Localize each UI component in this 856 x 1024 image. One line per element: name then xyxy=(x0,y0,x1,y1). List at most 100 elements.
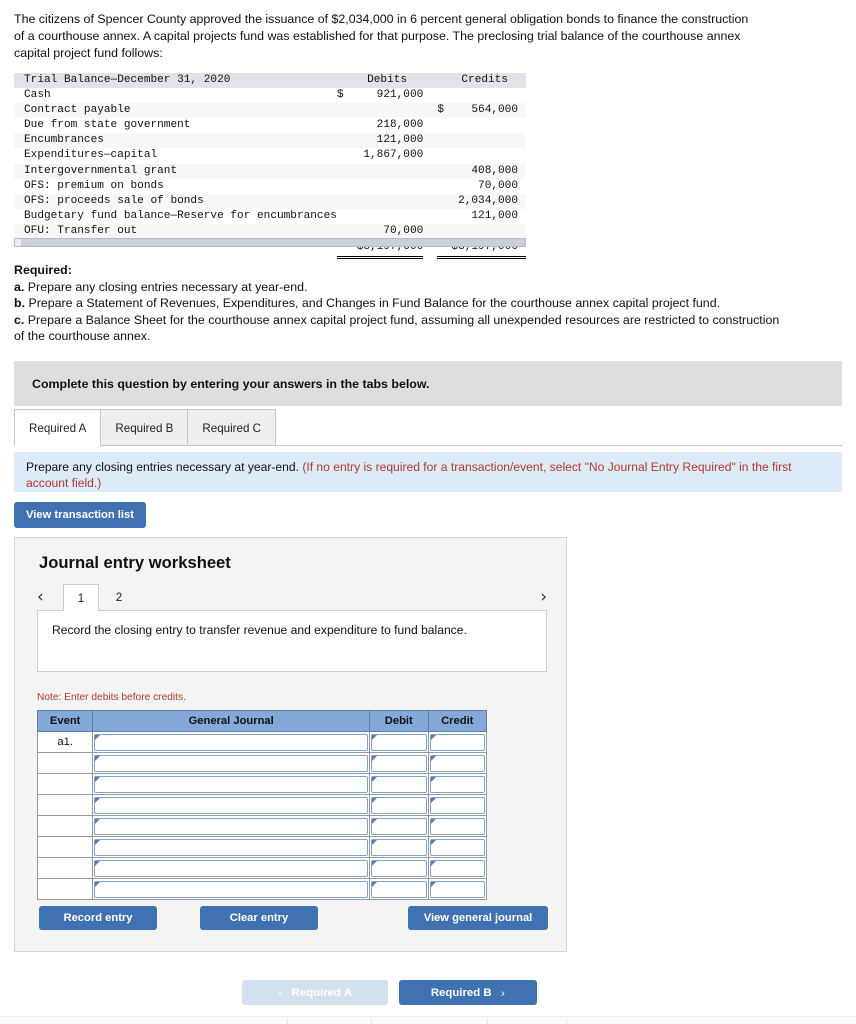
journal-event-cell xyxy=(36,773,94,795)
journal-account-select-cell xyxy=(92,752,371,774)
page-footer-cutoff xyxy=(0,1016,856,1024)
chevron-left-icon[interactable]: ‹ xyxy=(37,587,44,607)
journal-debit-input[interactable] xyxy=(371,754,427,772)
tab-required-a[interactable]: Required A xyxy=(14,409,102,446)
journal-account-select-cell xyxy=(92,794,371,816)
journal-account-select[interactable] xyxy=(94,733,369,751)
journal-debit-input-cell xyxy=(369,857,429,879)
journal-credit-input-cell xyxy=(427,752,487,774)
complete-question-banner: Complete this question by entering your … xyxy=(14,361,842,406)
trial-balance-header-row: Trial Balance—December 31, 2020 Debits C… xyxy=(14,73,526,89)
worksheet-page-tab-2[interactable]: 2 xyxy=(101,584,137,611)
tb-debit-symbol xyxy=(336,103,351,119)
journal-account-select-cell xyxy=(92,815,371,837)
journal-account-select[interactable] xyxy=(94,817,369,835)
journal-debit-input[interactable] xyxy=(371,796,427,814)
tb-gap xyxy=(423,103,438,119)
tab-required-b[interactable]: Required B xyxy=(100,409,189,446)
instruction-black-text: Prepare any closing entries necessary at… xyxy=(26,460,299,474)
tb-account-label: OFS: proceeds sale of bonds xyxy=(14,193,337,209)
required-block: Required: a. Prepare any closing entries… xyxy=(14,262,784,345)
journal-credit-input[interactable] xyxy=(429,880,485,898)
journal-account-select[interactable] xyxy=(94,859,369,877)
journal-entry-row xyxy=(36,857,487,879)
journal-account-select[interactable] xyxy=(94,754,369,772)
view-transaction-list-button[interactable]: View transaction list xyxy=(14,502,146,528)
journal-credit-input[interactable] xyxy=(429,733,485,751)
tab-required-c[interactable]: Required C xyxy=(187,409,277,446)
trial-balance-horizontal-scrollbar[interactable] xyxy=(14,238,526,247)
journal-debit-input[interactable] xyxy=(371,859,427,877)
nav-next-required-b-button[interactable]: Required B › xyxy=(399,980,537,1005)
journal-debit-input[interactable] xyxy=(371,817,427,835)
journal-credit-input[interactable] xyxy=(429,859,485,877)
journal-debit-input[interactable] xyxy=(371,838,427,856)
journal-debit-input-cell xyxy=(369,752,429,774)
tb-gap xyxy=(423,178,438,194)
record-entry-button[interactable]: Record entry xyxy=(39,906,157,930)
journal-credit-input[interactable] xyxy=(429,775,485,793)
journal-account-select[interactable] xyxy=(94,796,369,814)
view-general-journal-button[interactable]: View general journal xyxy=(408,906,548,930)
tb-credit-value xyxy=(451,118,526,134)
trial-balance-row: Intergovernmental grant 408,000 xyxy=(14,163,526,179)
journal-event-cell xyxy=(36,857,94,879)
worksheet-title: Journal entry worksheet xyxy=(39,553,231,572)
tb-account-label: Contract payable xyxy=(14,103,337,119)
trial-balance-row: Due from state government 218,000 xyxy=(14,118,526,134)
journal-credit-input[interactable] xyxy=(429,754,485,772)
trial-balance-row: Contract payable $564,000 xyxy=(14,103,526,119)
worksheet-page-tab-1[interactable]: 1 xyxy=(63,584,99,611)
journal-account-select-cell xyxy=(92,773,371,795)
chevron-right-icon: › xyxy=(500,985,506,1000)
tb-credit-value xyxy=(451,88,526,104)
journal-event-cell xyxy=(36,836,94,858)
tb-debit-value: 121,000 xyxy=(350,133,424,149)
tb-account-label: Cash xyxy=(14,88,337,104)
journal-entry-row xyxy=(36,815,487,837)
journal-credit-input[interactable] xyxy=(429,838,485,856)
credits-column-header: Credits xyxy=(451,73,526,89)
required-item-c: c. Prepare a Balance Sheet for the court… xyxy=(14,312,780,344)
nav-next-label: Required B xyxy=(430,986,492,999)
nav-previous-required-a-button[interactable]: ‹ Required A xyxy=(242,980,388,1005)
debits-column-header: Debits xyxy=(350,73,424,89)
tb-gap xyxy=(423,88,438,104)
journal-account-select[interactable] xyxy=(94,838,369,856)
journal-account-select-cell xyxy=(92,857,371,879)
tb-credit-value: 2,034,000 xyxy=(451,193,526,209)
journal-account-select[interactable] xyxy=(94,880,369,898)
tb-credit-symbol xyxy=(437,163,452,179)
journal-account-select[interactable] xyxy=(94,775,369,793)
column-gap xyxy=(423,73,438,89)
footer-divider xyxy=(287,1019,288,1024)
tb-debit-symbol xyxy=(336,208,351,224)
journal-debit-input[interactable] xyxy=(371,880,427,898)
journal-table-head: Event General Journal Debit Credit xyxy=(36,710,487,732)
tb-debit-value xyxy=(350,163,424,179)
tb-debit-value: 1,867,000 xyxy=(350,148,424,164)
journal-event-cell: a1. xyxy=(36,731,94,753)
tb-account-label: Expenditures—capital xyxy=(14,148,337,164)
tb-credit-symbol xyxy=(437,178,452,194)
scrollbar-thumb[interactable] xyxy=(15,239,21,246)
tabs-underline xyxy=(14,445,842,446)
journal-credit-input[interactable] xyxy=(429,817,485,835)
worksheet-note: Note: Enter debits before credits. xyxy=(37,692,186,703)
tb-debit-symbol: $ xyxy=(336,88,351,104)
trial-balance-row: Budgetary fund balance—Reserve for encum… xyxy=(14,208,526,224)
journal-debit-input[interactable] xyxy=(371,775,427,793)
clear-entry-button[interactable]: Clear entry xyxy=(200,906,318,930)
journal-event-cell xyxy=(36,878,94,900)
required-heading: Required: xyxy=(14,263,72,277)
journal-debit-input[interactable] xyxy=(371,733,427,751)
tb-gap xyxy=(423,118,438,134)
tb-account-label: OFS: premium on bonds xyxy=(14,178,337,194)
chevron-right-icon[interactable]: › xyxy=(540,587,547,607)
journal-entry-row xyxy=(36,773,487,795)
required-tabs: Required A Required B Required C xyxy=(14,409,277,446)
worksheet-pager: ‹ 1 2 › xyxy=(37,584,547,611)
journal-credit-input[interactable] xyxy=(429,796,485,814)
journal-debit-input-cell xyxy=(369,794,429,816)
journal-entry-row xyxy=(36,794,487,816)
